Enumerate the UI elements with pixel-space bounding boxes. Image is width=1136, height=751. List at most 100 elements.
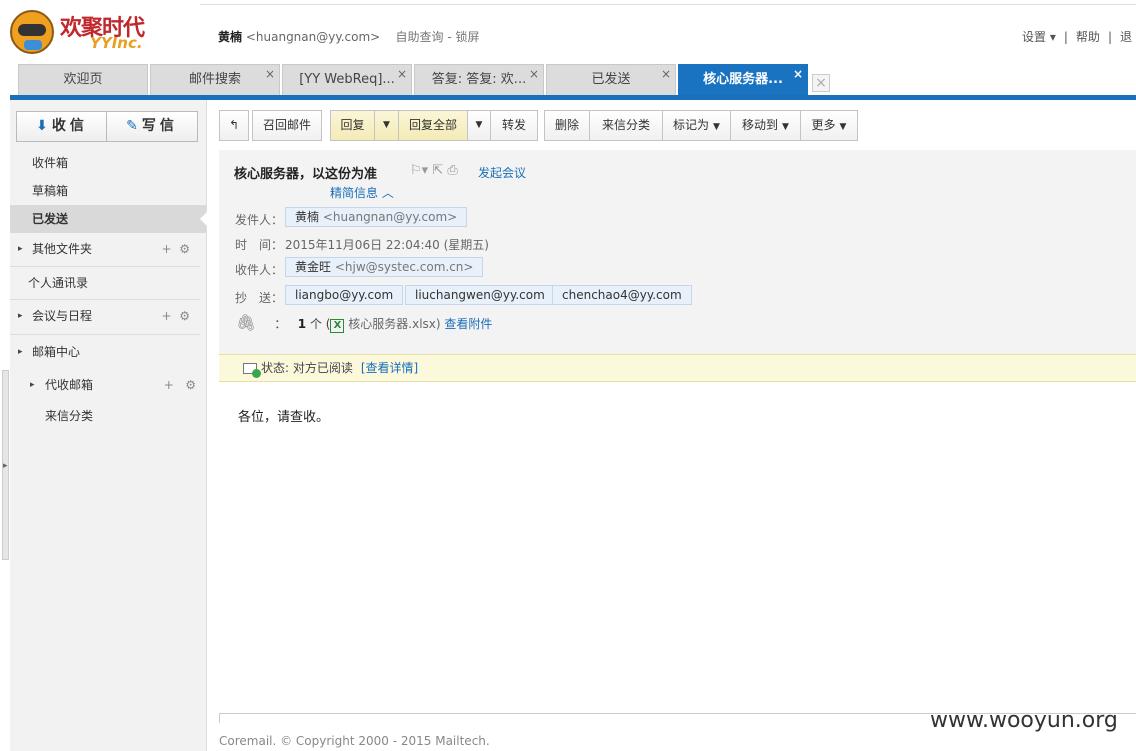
tab-core-server[interactable]: 核心服务器... × [678,64,808,95]
raccoon-mascot-icon [10,10,54,54]
start-meeting-link[interactable]: 发起会议 [478,164,526,181]
tab-label: 欢迎页 [63,72,103,87]
move-to-button[interactable]: 移动到 ▼ [730,110,801,141]
tab-mail-search[interactable]: 邮件搜索 × [150,64,280,95]
to-email: <hjw@systec.com.cn> [334,260,474,274]
from-name: 黄楠 [295,210,320,224]
sidebar-item-proxy-mailbox[interactable]: ▸ 代收邮箱 + ⚙ [10,371,206,399]
compose-label: 写信 [141,118,178,134]
button-label: 移动到 [742,118,779,132]
logo-en-text: YYInc. [90,34,143,52]
mark-as-button[interactable]: 标记为 ▼ [662,110,731,141]
more-button[interactable]: 更多 ▼ [800,110,858,141]
view-attachment-link[interactable]: 查看附件 [444,317,492,331]
close-all-tabs-icon[interactable]: × [812,74,830,92]
expand-arrow-icon: ▸ [3,461,8,471]
reply-all-button[interactable]: 回复全部 [398,110,468,141]
button-label: 来信分类 [601,118,650,132]
top-sep-1: | [1063,30,1068,44]
brand-logo[interactable]: 欢聚时代 YYInc. [8,8,158,58]
chevron-down-icon: ▼ [383,120,390,130]
chevron-down-icon: ▼ [782,122,789,132]
sidebar-item-drafts[interactable]: 草稿箱 [10,177,206,205]
help-link[interactable]: 帮助 [1076,30,1100,44]
status-details-link[interactable]: [查看详情] [361,361,418,375]
nav-label: 代收邮箱 [45,378,94,392]
from-chip[interactable]: 黄楠 <huangnan@yy.com> [285,207,468,227]
sidebar-item-inbox[interactable]: 收件箱 [10,149,206,177]
gear-icon[interactable]: ⚙ [179,309,190,323]
expand-arrow-icon[interactable]: ▸ [18,235,23,263]
settings-link[interactable]: 设置 ▾ [1022,30,1056,44]
attach-filename[interactable]: 核心服务器.xlsx) [348,317,440,331]
receive-button[interactable]: ⬇ 收信 [16,111,108,142]
cc-email: chenchao4@yy.com [562,288,682,302]
expand-arrow-icon[interactable]: ▸ [18,338,23,366]
expand-arrow-icon[interactable]: ▸ [30,371,35,399]
self-query-link[interactable]: 自助查询 [396,30,444,44]
reply-all-dropdown-button[interactable]: ▼ [467,110,491,141]
cc-chip[interactable]: chenchao4@yy.com [552,285,692,305]
close-icon[interactable]: × [793,59,803,89]
sidebar-item-contacts[interactable]: 个人通讯录 [10,269,206,297]
compose-button[interactable]: ✎ 写信 [106,111,198,142]
to-chip[interactable]: 黄金旺 <hjw@systec.com.cn> [285,257,484,277]
footer-copyright: Coremail. © Copyright 2000 - 2015 Mailte… [219,734,490,748]
reply-dropdown-button[interactable]: ▼ [374,110,399,141]
sidebar-item-sent[interactable]: 已发送 [10,205,207,233]
sidebar-item-other-folders[interactable]: ▸ 其他文件夹 + ⚙ [10,235,206,263]
attachment-row: 🖇 ： 1 个 (X 核心服务器.xlsx) 查看附件 [236,313,492,333]
close-icon[interactable]: × [397,59,407,89]
gear-icon[interactable]: ⚙ [179,242,190,256]
from-email: <huangnan@yy.com> [322,210,458,224]
tab-sent[interactable]: 已发送 × [546,64,676,95]
close-icon[interactable]: × [265,59,275,89]
brief-info-toggle[interactable]: 精简信息 ︿ [330,184,394,201]
user-name: 黄楠 [218,30,243,44]
top-links: 设置 ▾ | 帮助 | 退 [1018,28,1136,45]
sidebar-item-incoming-category[interactable]: 来信分类 [10,402,206,430]
user-info: 黄楠 <huangnan@yy.com> 自助查询 - 锁屏 [218,28,480,45]
watermark: www.wooyun.org [930,708,1118,733]
gear-icon[interactable]: ⚙ [185,378,196,392]
edit-icon: ✎ [126,118,138,134]
read-receipt-icon [243,363,261,378]
close-icon[interactable]: × [661,59,671,89]
close-icon[interactable]: × [529,59,539,89]
add-icon[interactable]: + [162,309,172,323]
paperclip-icon: 🖇 [236,313,257,332]
forward-button[interactable]: 转发 [490,110,538,141]
categorize-button[interactable]: 来信分类 [589,110,663,141]
attach-colon: ： [274,317,287,331]
chevron-down-icon: ▼ [713,122,720,132]
nav-label: 已发送 [32,212,69,226]
lock-screen-link[interactable]: 锁屏 [456,30,480,44]
sidebar-toggle-handle[interactable]: ▸ [2,370,9,560]
cc-chip[interactable]: liangbo@yy.com [285,285,404,305]
tab-reply-thread[interactable]: 答复: 答复: 欢... × [414,64,544,95]
tab-webreq[interactable]: [YY WebReq]... × [282,64,412,95]
delete-button[interactable]: 删除 [544,110,590,141]
user-separator: - [447,30,452,44]
logout-link[interactable]: 退 [1120,30,1132,44]
nav-label: 会议与日程 [32,309,93,323]
message-body: 各位，请查收。 [238,410,330,425]
recall-button[interactable]: 召回邮件 [252,110,322,141]
reply-button[interactable]: 回复 [330,110,375,141]
back-button[interactable]: ↰ [219,110,249,141]
flag-print-icons[interactable]: ⚐▾ ⇱ ⎙ [410,163,458,178]
tab-welcome[interactable]: 欢迎页 [18,64,148,95]
nav-label: 其他文件夹 [32,242,93,256]
button-label: 删除 [554,118,579,132]
sidebar-item-calendar[interactable]: ▸ 会议与日程 + ⚙ [10,302,206,330]
add-icon[interactable]: + [164,378,174,392]
sidebar-item-mailbox-center[interactable]: ▸ 邮箱中心 [10,338,206,366]
nav-label: 来信分类 [45,409,94,423]
chevron-down-icon: ▼ [839,122,847,132]
add-icon[interactable]: + [162,242,172,256]
chevron-down-icon: ▼ [475,120,483,130]
expand-arrow-icon[interactable]: ▸ [18,302,23,330]
cc-chip[interactable]: liuchangwen@yy.com [405,285,555,305]
button-label: 更多 [811,118,836,132]
excel-icon: X [330,319,345,333]
